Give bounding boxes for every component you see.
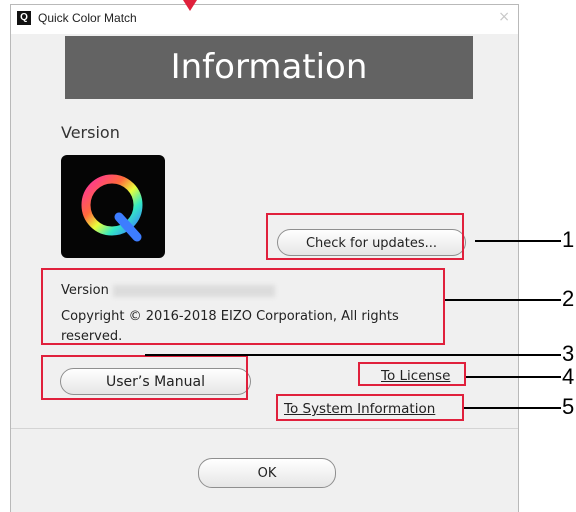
q-logo-icon <box>81 174 143 242</box>
callout-number-1: 1 <box>562 227 575 252</box>
callout-line-5 <box>464 407 561 409</box>
page-title: Information <box>65 36 473 99</box>
version-heading: Version <box>61 123 120 142</box>
app-logo <box>61 155 165 258</box>
callout-line-3 <box>145 354 561 356</box>
callout-line-4 <box>466 376 561 378</box>
footer-divider <box>11 428 518 429</box>
callout-line-1 <box>475 240 561 242</box>
app-icon: Q <box>17 11 31 25</box>
close-icon[interactable]: × <box>498 9 510 25</box>
callout-number-5: 5 <box>562 394 575 419</box>
window-title: Quick Color Match <box>38 11 137 25</box>
callout-number-2: 2 <box>562 286 575 311</box>
callout-number-3: 3 <box>562 341 575 366</box>
callout-number-4: 4 <box>562 364 575 389</box>
highlight-box-4 <box>358 362 466 386</box>
ok-button[interactable]: OK <box>198 458 336 488</box>
highlight-box-5 <box>276 394 464 421</box>
highlight-box-3 <box>41 355 248 400</box>
pointer-arrow-icon <box>183 0 197 11</box>
callout-line-2 <box>445 299 561 301</box>
highlight-box-1 <box>266 213 464 260</box>
title-bar: Q Quick Color Match × <box>11 5 518 34</box>
highlight-box-2 <box>41 268 445 345</box>
